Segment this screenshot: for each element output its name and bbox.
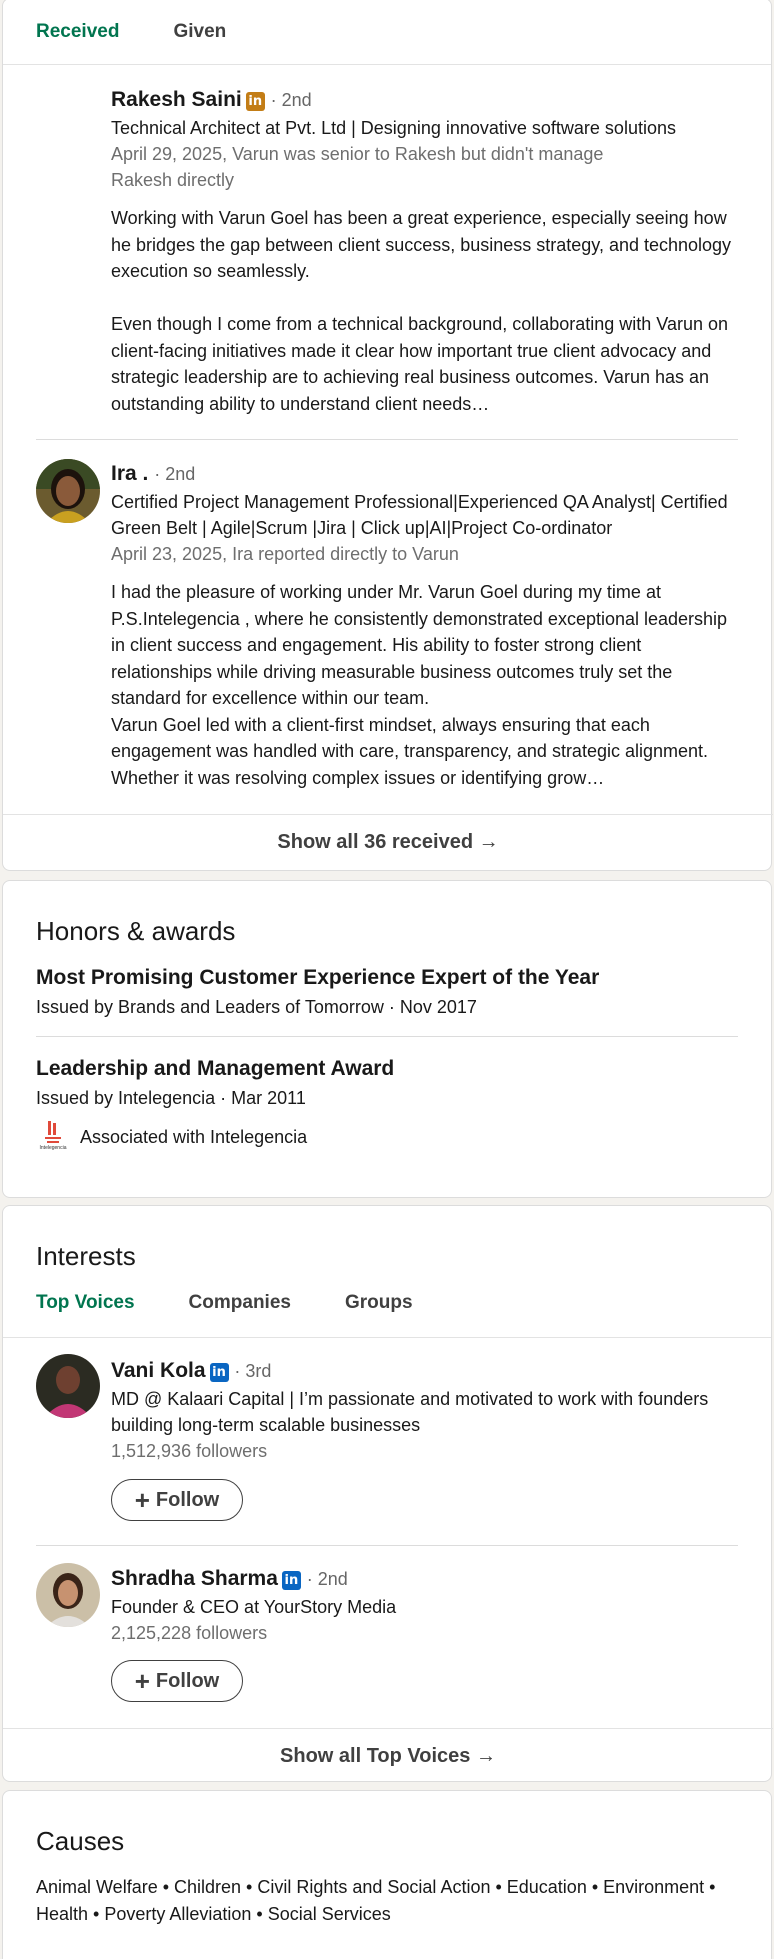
avatar[interactable] — [36, 1563, 100, 1627]
person-name-line[interactable]: Vani Kola in · 3rd — [111, 1356, 741, 1386]
divider — [36, 1036, 738, 1037]
recommendation-tabs: Received Given — [3, 0, 771, 65]
connection-degree: · 2nd — [154, 464, 196, 484]
award-title: Most Promising Customer Experience Exper… — [36, 966, 600, 989]
follow-label: Follow — [155, 1488, 220, 1511]
logo-wordmark: Intelegencia — [39, 1145, 67, 1151]
tab-groups[interactable]: Groups — [345, 1292, 413, 1314]
award-meta: Issued by Brands and Leaders of Tomorrow… — [36, 997, 477, 1017]
interests-tabs: Top Voices Companies Groups — [36, 1292, 413, 1314]
connection-degree: · 2nd — [306, 1569, 348, 1589]
follower-count: 2,125,228 followers — [111, 1623, 268, 1643]
divider — [36, 439, 738, 440]
person-name[interactable]: Vani Kola — [111, 1359, 206, 1382]
recommendation-text: I had the pleasure of working under Mr. … — [111, 582, 728, 788]
tab-companies[interactable]: Companies — [189, 1292, 291, 1314]
follow-button[interactable]: + Follow — [111, 1479, 243, 1521]
section-title: Causes — [36, 1826, 125, 1856]
show-all-received-button[interactable]: Show all 36 received → — [3, 814, 773, 870]
linkedin-icon: in — [209, 1363, 229, 1382]
follow-button[interactable]: + Follow — [111, 1660, 243, 1702]
person-name[interactable]: Shradha Sharma — [111, 1567, 278, 1590]
profile-page: Received Given Rakesh Saini in · 2nd Tech… — [0, 0, 774, 1959]
honors-awards-card: Honors & awards Most Promising Customer … — [2, 880, 772, 1198]
tab-top-voices[interactable]: Top Voices — [36, 1292, 135, 1314]
person-headline: MD @ Kalaari Capital | I’m passionate an… — [111, 1389, 709, 1435]
associated-with[interactable]: Associated with Intelegencia — [80, 1127, 307, 1148]
recommender-headline: Certified Project Management Professiona… — [111, 492, 728, 538]
plus-icon: + — [134, 1485, 150, 1515]
recommendation-meta: April 23, 2025, Ira reported directly to… — [111, 544, 459, 564]
interest-person: Shradha Sharma in · 2nd Founder & CEO at … — [111, 1564, 741, 1646]
avatar[interactable] — [36, 459, 100, 523]
connection-degree: · 3rd — [234, 1361, 272, 1381]
linkedin-icon: in — [281, 1571, 301, 1590]
recommendation-text: Working with Varun Goel has been a great… — [111, 208, 732, 414]
divider — [3, 1337, 771, 1338]
causes-list: Animal Welfare • Children • Civil Rights… — [36, 1877, 716, 1924]
award-title: Leadership and Management Award — [36, 1057, 395, 1080]
recommender-name-line[interactable]: Ira . · 2nd — [111, 459, 741, 489]
causes-card: Causes Animal Welfare • Children • Civil… — [2, 1790, 772, 1959]
recommendation-meta: April 29, 2025, Varun was senior to Rake… — [111, 144, 604, 190]
connection-degree: · 2nd — [270, 90, 312, 110]
person-name-line[interactable]: Shradha Sharma in · 2nd — [111, 1564, 741, 1594]
linkedin-premium-icon: in — [245, 92, 265, 111]
recommender-headline: Technical Architect at Pvt. Ltd | Design… — [111, 118, 676, 138]
tab-received[interactable]: Received — [36, 21, 119, 43]
plus-icon: + — [134, 1666, 150, 1696]
interest-person: Vani Kola in · 3rd MD @ Kalaari Capital |… — [111, 1356, 741, 1464]
show-all-top-voices-button[interactable]: Show all Top Voices → — [3, 1728, 773, 1784]
award-meta: Issued by Intelegencia · Mar 2011 — [36, 1088, 306, 1108]
follower-count: 1,512,936 followers — [111, 1441, 268, 1461]
recommender-name[interactable]: Ira . — [111, 462, 148, 485]
follow-label: Follow — [155, 1669, 220, 1692]
section-title: Interests — [36, 1241, 136, 1271]
person-headline: Founder & CEO at YourStory Media — [111, 1597, 397, 1617]
intelegencia-logo[interactable]: Intelegencia — [36, 1119, 70, 1153]
recommender-name-line[interactable]: Rakesh Saini in · 2nd — [111, 85, 741, 115]
avatar[interactable] — [36, 1354, 100, 1418]
recommender-name[interactable]: Rakesh Saini — [111, 88, 242, 111]
recommendations-card: Received Given Rakesh Saini in · 2nd Tech… — [2, 0, 773, 871]
interests-card: Interests Top Voices Companies Groups Va… — [2, 1205, 773, 1784]
divider — [36, 1545, 738, 1546]
section-title: Honors & awards — [36, 916, 236, 946]
tab-given[interactable]: Given — [173, 21, 226, 43]
